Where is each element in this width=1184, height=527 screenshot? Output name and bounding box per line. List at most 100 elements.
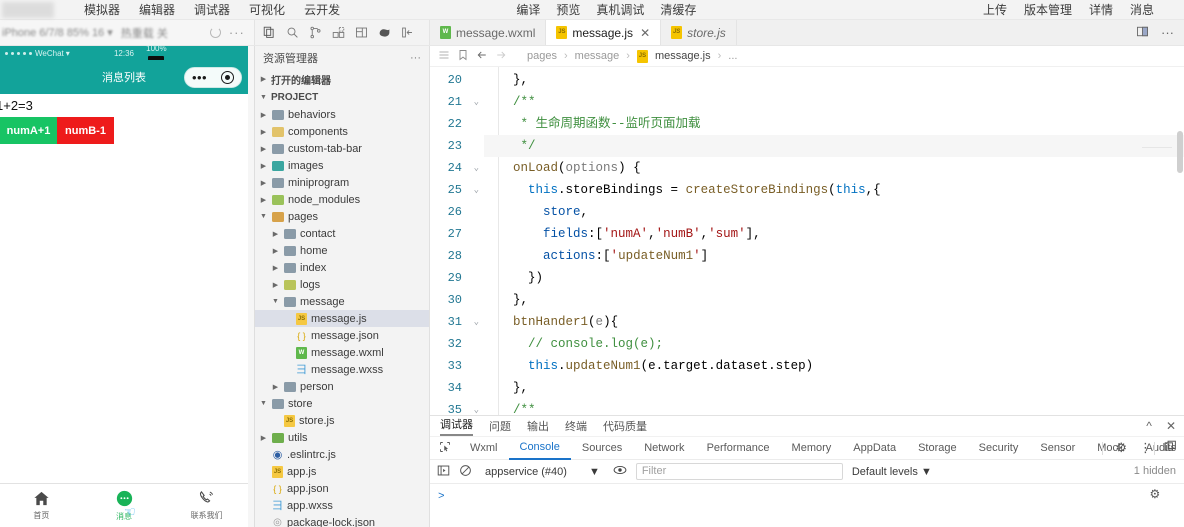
more-icon[interactable]: ··· — [229, 25, 245, 40]
devtools-tab-sources[interactable]: Sources — [571, 438, 633, 459]
code-line[interactable]: // console.log(e); — [484, 333, 1184, 355]
tree-folder[interactable]: ▶ utils — [255, 429, 429, 446]
tabbar-item-message[interactable]: 消息 ☜ — [83, 484, 166, 527]
panel-tab-problems[interactable]: 问题 — [489, 418, 511, 434]
project-section[interactable]: ▼ PROJECT — [255, 88, 429, 106]
editor-scrollbar[interactable] — [1175, 67, 1184, 415]
tabbar-item-home[interactable]: 首页 — [0, 484, 83, 527]
code-line[interactable]: onLoad(options) { — [484, 157, 1184, 179]
chevron-right-icon[interactable]: ▶ — [259, 162, 268, 170]
menu-item-remote-debug[interactable]: 真机调试 — [596, 1, 644, 18]
tree-file[interactable]: ▶{ }app.json — [255, 480, 429, 497]
breadcrumb-message[interactable]: message — [575, 50, 620, 62]
code-line[interactable]: store, — [484, 201, 1184, 223]
inspect-element-icon[interactable] — [436, 441, 459, 456]
chevron-right-icon[interactable]: ▶ — [271, 264, 280, 272]
chevron-down-icon[interactable]: ▼ — [589, 466, 600, 478]
console-output[interactable]: > — [430, 484, 1184, 527]
wechat-capsule[interactable]: ••• — [184, 67, 242, 88]
capsule-target-icon[interactable] — [221, 71, 235, 84]
fold-chevron-icon[interactable]: ⌄ — [474, 399, 479, 415]
more-icon[interactable]: ··· — [410, 52, 421, 64]
editor-tab-store-js[interactable]: JS store.js — [661, 20, 737, 45]
chevron-down-icon[interactable]: ▼ — [271, 298, 280, 305]
chevron-down-icon[interactable]: ▼ — [259, 213, 268, 220]
devtools-tab-storage[interactable]: Storage — [907, 438, 968, 459]
numb-decrement-button[interactable]: numB-1 — [57, 117, 114, 144]
tree-folder[interactable]: ▶ contact — [255, 225, 429, 242]
execute-icon[interactable] — [437, 464, 450, 480]
code-line[interactable]: this.storeBindings = createStoreBindings… — [484, 179, 1184, 201]
devtools-tab-memory[interactable]: Memory — [781, 438, 843, 459]
devtools-tab-network[interactable]: Network — [633, 438, 695, 459]
console-levels-selector[interactable]: Default levels ▼ — [852, 466, 932, 478]
layout-icon[interactable] — [355, 26, 368, 39]
tree-file[interactable]: ▶JSapp.js — [255, 463, 429, 480]
panel-tab-debugger[interactable]: 调试器 — [440, 416, 473, 436]
tree-folder[interactable]: ▶ images — [255, 157, 429, 174]
close-icon[interactable]: ✕ — [1166, 419, 1176, 433]
code-line[interactable]: this.updateNum1(e.target.dataset.step) — [484, 355, 1184, 377]
fold-chevron-icon[interactable]: ⌄ — [474, 91, 479, 113]
menu-item-clear-cache[interactable]: 清缓存 — [660, 1, 696, 18]
settings-gear-icon[interactable]: ⚙ — [1115, 440, 1127, 456]
console-settings-icon[interactable]: ⚙ — [1150, 487, 1161, 501]
split-editor-icon[interactable] — [1136, 25, 1149, 41]
arrow-left-icon[interactable] — [476, 49, 488, 64]
breadcrumb-file[interactable]: message.js — [655, 50, 711, 62]
tree-file[interactable]: ▶Wmessage.wxml — [255, 344, 429, 361]
tabbar-item-contact[interactable]: 联系我们 — [165, 484, 248, 527]
tree-file[interactable]: ▶◎package-lock.json — [255, 514, 429, 527]
refresh-icon[interactable] — [209, 27, 221, 38]
chevron-right-icon[interactable]: ▶ — [271, 383, 280, 391]
devtools-tab-performance[interactable]: Performance — [696, 438, 781, 459]
code-line[interactable]: fields:['numA','numB','sum'], — [484, 223, 1184, 245]
tree-file[interactable]: ▶◉.eslintrc.js — [255, 446, 429, 463]
code-line[interactable]: }) — [484, 267, 1184, 289]
source-control-icon[interactable] — [309, 26, 322, 39]
minimap[interactable] — [1142, 147, 1172, 148]
breadcrumb-pages[interactable]: pages — [527, 50, 557, 62]
tree-folder[interactable]: ▶ custom-tab-bar — [255, 140, 429, 157]
code-line[interactable]: actions:['updateNum1'] — [484, 245, 1184, 267]
menu-item-cloud[interactable]: 云开发 — [304, 1, 340, 18]
tree-folder[interactable]: ▶ node_modules — [255, 191, 429, 208]
code-line[interactable]: }, — [484, 377, 1184, 399]
chevron-down-icon[interactable]: ▼ — [921, 466, 932, 478]
arrow-right-icon[interactable] — [495, 49, 507, 64]
chevron-right-icon[interactable]: ▶ — [259, 111, 268, 119]
numa-increment-button[interactable]: numA+1 — [0, 117, 57, 144]
code-line[interactable]: * 生命周期函数--监听页面加载 — [484, 113, 1184, 135]
code-line[interactable]: }, — [484, 69, 1184, 91]
menu-icon[interactable] — [438, 49, 450, 64]
chevron-right-icon[interactable]: ▶ — [259, 434, 268, 442]
menu-item-details[interactable]: 详情 — [1089, 1, 1113, 18]
tree-folder[interactable]: ▶ miniprogram — [255, 174, 429, 191]
open-editors-section[interactable]: ▶ 打开的编辑器 — [255, 70, 429, 88]
bookmark-icon[interactable] — [457, 49, 469, 64]
extensions-icon[interactable] — [332, 26, 345, 39]
chevron-down-icon[interactable]: ▼ — [259, 400, 268, 407]
code-line[interactable]: /** — [484, 399, 1184, 415]
device-selector[interactable]: iPhone 6/7/8 85% 16 ▾ — [2, 26, 113, 39]
fold-chevron-icon[interactable]: ⌄ — [474, 311, 479, 333]
editor-tab-message-js[interactable]: JS message.js ✕ — [546, 20, 662, 45]
devtools-tab-appdata[interactable]: AppData — [842, 438, 907, 459]
editor-tab-message-wxml[interactable]: W message.wxml — [430, 20, 547, 45]
menu-item-version[interactable]: 版本管理 — [1024, 1, 1072, 18]
tree-folder[interactable]: ▶ behaviors — [255, 106, 429, 123]
tree-file[interactable]: ▶JSstore.js — [255, 412, 429, 429]
fold-chevron-icon[interactable]: ⌄ — [474, 179, 479, 201]
hot-reload-selector[interactable]: 热重载 关 — [121, 25, 168, 41]
chevron-down-icon[interactable]: ▼ — [259, 94, 268, 101]
tree-folder[interactable]: ▶ person — [255, 378, 429, 395]
chevron-right-icon[interactable]: ▶ — [259, 75, 268, 83]
search-icon[interactable] — [286, 26, 299, 39]
chevron-right-icon[interactable]: ▶ — [259, 196, 268, 204]
console-prompt[interactable]: > — [438, 491, 445, 503]
code-line[interactable]: }, — [484, 289, 1184, 311]
scrollbar-thumb[interactable] — [1177, 131, 1183, 173]
panel-tab-terminal[interactable]: 终端 — [565, 418, 587, 434]
more-actions-icon[interactable]: ··· — [1161, 25, 1174, 40]
panel-tab-output[interactable]: 输出 — [527, 418, 549, 434]
